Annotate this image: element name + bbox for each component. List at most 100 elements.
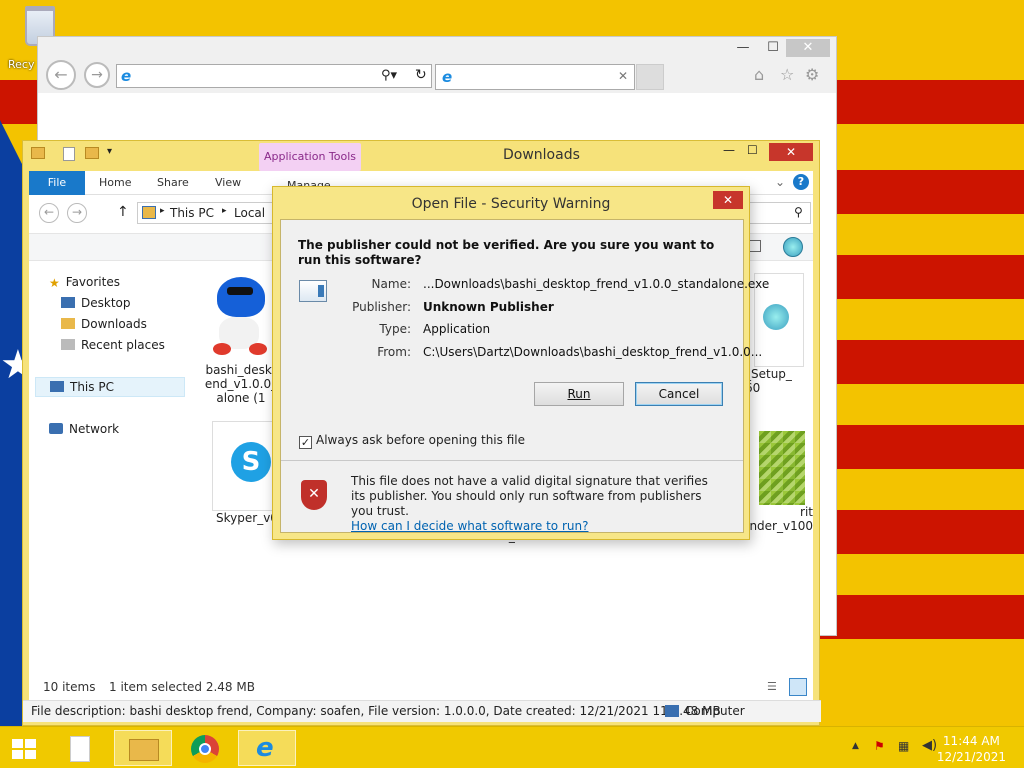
- ie-logo-icon: e: [121, 67, 132, 85]
- nav-desktop[interactable]: Desktop: [61, 296, 131, 310]
- nav-downloads[interactable]: Downloads: [61, 317, 147, 331]
- always-ask-checkbox[interactable]: ✓ Always ask before opening this file: [299, 433, 525, 449]
- minimize-button[interactable]: —: [723, 143, 735, 157]
- back-button[interactable]: ←: [39, 203, 59, 223]
- app-icon: [783, 237, 803, 257]
- ie-logo-icon: e: [256, 733, 274, 763]
- warning-text-block: This file does not have a valid digital …: [351, 474, 721, 534]
- dialog-title: Open File - Security Warning: [411, 196, 611, 212]
- close-button[interactable]: ✕: [769, 143, 813, 161]
- breadcrumb-local[interactable]: Local: [234, 206, 265, 220]
- publisher-value: Unknown Publisher: [423, 300, 554, 314]
- breadcrumb-this-pc[interactable]: This PC: [170, 206, 214, 220]
- back-button[interactable]: ←: [46, 60, 76, 90]
- help-icon[interactable]: ?: [793, 174, 809, 190]
- blue-character-icon: [209, 273, 273, 363]
- type-value: Application: [423, 322, 491, 336]
- taskbar: e ▲ ⚑ ▦ ◀) 11:44 AM 12/21/2021: [0, 726, 1024, 768]
- address-bar[interactable]: e ⚲▾ ↻: [116, 64, 432, 88]
- shield-error-icon: ✕: [301, 480, 327, 510]
- run-button[interactable]: Run: [534, 382, 624, 406]
- ie-toolbar: — ☐ ✕ ← → e ⚲▾ ↻ e ✕ ⌂ ☆ ⚙: [38, 37, 836, 93]
- new-folder-icon[interactable]: [85, 147, 99, 159]
- favorites-star-icon[interactable]: ☆: [780, 65, 794, 84]
- properties-icon[interactable]: [63, 147, 75, 161]
- taskbar-chrome[interactable]: [176, 730, 234, 766]
- large-icons-view-icon[interactable]: [789, 678, 807, 696]
- close-button[interactable]: ✕: [713, 191, 743, 209]
- file-item[interactable]: _Setup_ 60: [745, 273, 813, 395]
- window-title: Downloads: [503, 147, 580, 163]
- navigation-pane: ★ Favorites Desktop Downloads Recent plac…: [29, 263, 189, 683]
- pixel-art-icon: [759, 431, 805, 505]
- chevron-down-icon[interactable]: ▾: [107, 146, 112, 157]
- selection-info: 1 item selected 2.48 MB: [109, 680, 255, 694]
- tab-view[interactable]: View: [215, 176, 241, 189]
- nav-this-pc[interactable]: This PC: [35, 377, 185, 397]
- chevron-down-icon[interactable]: ⌄: [775, 175, 785, 189]
- type-label: Type:: [379, 322, 411, 336]
- dialog-body: The publisher could not be verified. Are…: [280, 219, 769, 534]
- taskbar-file[interactable]: [52, 730, 110, 766]
- up-arrow-icon[interactable]: ↑: [117, 204, 129, 220]
- file-icon: [70, 736, 90, 762]
- chrome-icon: [191, 735, 219, 763]
- computer-icon: [50, 381, 64, 392]
- tab-share[interactable]: Share: [157, 176, 189, 189]
- nav-network[interactable]: Network: [49, 422, 119, 436]
- forward-button[interactable]: →: [84, 62, 110, 88]
- ie-logo-icon: e: [442, 68, 453, 86]
- from-value: C:\Users\Dartz\Downloads\bashi_desktop_f…: [423, 345, 763, 359]
- application-icon: [299, 280, 327, 302]
- new-tab-button[interactable]: [636, 64, 664, 90]
- nav-recent-places[interactable]: Recent places: [61, 338, 165, 352]
- nav-downloads-label: Downloads: [81, 317, 147, 331]
- file-description-bar: File description: bashi desktop frend, C…: [23, 700, 821, 722]
- divider: [281, 460, 743, 461]
- home-icon[interactable]: ⌂: [754, 65, 764, 84]
- network-icon[interactable]: ▦: [898, 739, 909, 753]
- computer-icon: [665, 705, 679, 717]
- clock-time: 11:44 AM: [942, 734, 1000, 748]
- volume-icon[interactable]: ◀): [922, 738, 937, 753]
- status-bar: 10 items 1 item selected 2.48 MB ☰: [29, 676, 813, 700]
- close-button[interactable]: ✕: [786, 39, 830, 57]
- search-input[interactable]: ⚲: [745, 202, 811, 224]
- folder-icon: [129, 739, 159, 761]
- network-icon: [49, 423, 63, 434]
- close-tab-icon[interactable]: ✕: [618, 69, 628, 83]
- clock-date: 12/21/2021: [936, 750, 1006, 764]
- start-button[interactable]: [0, 730, 48, 766]
- cancel-button[interactable]: Cancel: [635, 382, 723, 406]
- maximize-button[interactable]: ☐: [747, 143, 758, 157]
- name-label: Name:: [371, 277, 411, 291]
- nav-this-pc-label: This PC: [70, 380, 114, 394]
- taskbar-explorer[interactable]: [114, 730, 172, 766]
- browser-tab[interactable]: e ✕: [435, 64, 635, 90]
- checkbox-check-icon[interactable]: ✓: [299, 436, 312, 449]
- recent-places-icon: [61, 339, 75, 350]
- gear-icon[interactable]: ⚙: [805, 65, 819, 84]
- windows-logo-icon: [12, 739, 36, 759]
- search-icon[interactable]: ⚲▾: [381, 68, 397, 83]
- nav-network-label: Network: [69, 422, 120, 436]
- star-icon: ★: [49, 276, 60, 290]
- show-hidden-icons[interactable]: ▲: [852, 741, 859, 751]
- nav-favorites[interactable]: ★ Favorites: [49, 275, 120, 290]
- help-link[interactable]: How can I decide what software to run?: [351, 519, 721, 534]
- maximize-button[interactable]: ☐: [758, 39, 788, 57]
- forward-button[interactable]: →: [67, 203, 87, 223]
- refresh-icon[interactable]: ↻: [415, 67, 427, 83]
- context-tab-label: Application Tools: [259, 143, 361, 171]
- file-item[interactable]: bashi_deskt end_v1.0.0_ alone (1: [203, 273, 279, 405]
- details-view-icon[interactable]: ☰: [767, 680, 777, 693]
- action-center-icon[interactable]: ⚑: [874, 739, 885, 753]
- file-label: bashi_deskt end_v1.0.0_ alone (1: [204, 363, 278, 405]
- taskbar-ie[interactable]: e: [238, 730, 296, 766]
- tab-file[interactable]: File: [29, 171, 85, 195]
- security-warning-dialog[interactable]: Open File - Security Warning ✕ The publi…: [272, 186, 769, 540]
- tab-home[interactable]: Home: [99, 176, 131, 189]
- clock[interactable]: 11:44 AM 12/21/2021: [937, 733, 1006, 765]
- minimize-button[interactable]: —: [728, 39, 758, 57]
- this-pc-icon: [142, 206, 156, 219]
